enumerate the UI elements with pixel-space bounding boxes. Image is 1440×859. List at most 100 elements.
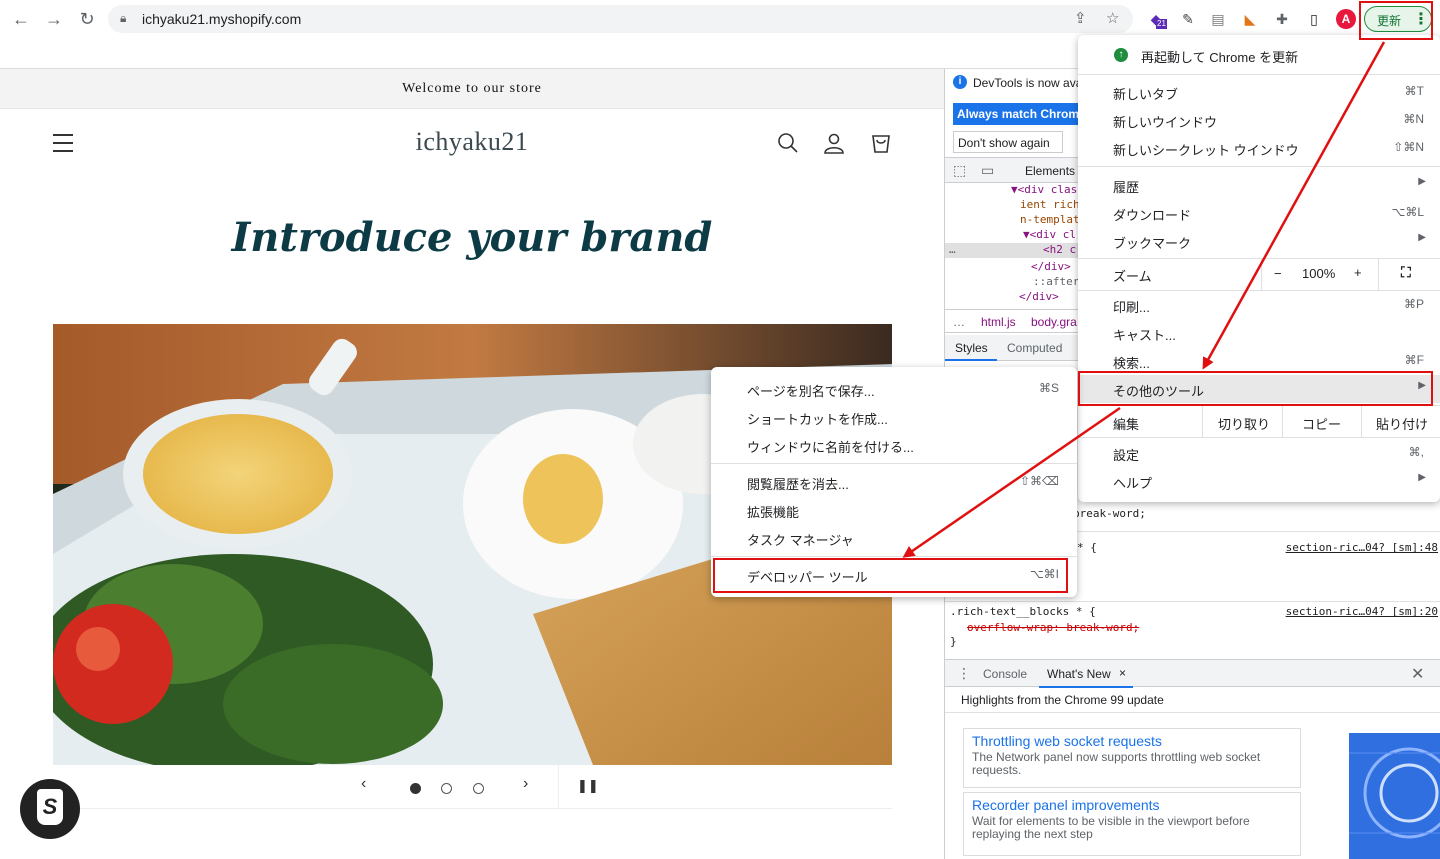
menu-cast[interactable]: キャスト... — [1078, 319, 1440, 347]
edit-divider — [1282, 406, 1283, 437]
puzzle-icon[interactable]: ✚ — [1272, 9, 1292, 29]
submenu-save-page-as[interactable]: ページを別名で保存... ⌘S — [711, 375, 1077, 403]
zoom-in-button[interactable]: + — [1354, 265, 1362, 280]
dom-line[interactable]: </div> — [1019, 290, 1059, 303]
slide-next-chevron-icon[interactable]: › — [523, 775, 528, 793]
control-divider — [558, 765, 559, 809]
copy-button[interactable]: コピー — [1302, 414, 1341, 433]
css-declaration[interactable]: break-word; — [1073, 507, 1146, 520]
dom-line[interactable]: ::after — [1033, 275, 1079, 288]
extension-gem-icon[interactable]: ◆21 — [1146, 9, 1167, 29]
slide-dot-3[interactable] — [473, 783, 484, 794]
dom-line[interactable]: </div> — [1031, 260, 1071, 273]
edit-divider — [1361, 406, 1362, 437]
reload-icon[interactable]: ↻ — [76, 8, 98, 30]
submenu-arrow-icon: ▶ — [1418, 232, 1426, 243]
forward-arrow-icon[interactable]: → — [43, 8, 65, 30]
annotation-box-update-button — [1359, 1, 1433, 40]
menu-downloads[interactable]: ダウンロード ⌥⌘L — [1078, 199, 1440, 227]
store-logo[interactable]: ichyaku21 — [0, 127, 944, 157]
slideshow-controls: ‹ › ❚❚ — [53, 765, 892, 809]
whats-new-card[interactable]: Throttling web socket requests The Netwo… — [963, 728, 1301, 788]
slide-prev-chevron-icon[interactable]: ‹ — [361, 775, 366, 793]
crumb-body[interactable]: body.gra — [1031, 315, 1077, 329]
crumb-more-icon: … — [953, 315, 965, 329]
css-overridden-declaration[interactable]: overflow-wrap: break-word; — [967, 621, 1139, 634]
css-selector[interactable]: * { — [1077, 541, 1097, 554]
menu-settings[interactable]: 設定 ⌘, — [1078, 439, 1440, 467]
submenu-create-shortcut[interactable]: ショートカットを作成... — [711, 403, 1077, 431]
submenu-arrow-icon: ▶ — [1418, 176, 1426, 187]
submenu-clear-browsing-data[interactable]: 閲覧履歴を消去... ⇧⌘⌫ — [711, 468, 1077, 496]
dom-line[interactable]: ▼<div cl — [1023, 228, 1076, 241]
menu-relaunch-update[interactable]: ↑ 再起動して Chrome を更新 — [1078, 41, 1440, 69]
zoom-divider — [1261, 259, 1262, 290]
annotation-box-developer-tools — [713, 558, 1068, 593]
profile-avatar[interactable]: A — [1336, 9, 1356, 29]
close-drawer-icon[interactable]: ✕ — [1411, 664, 1424, 684]
shopify-bag-icon[interactable]: S — [20, 779, 80, 839]
annotation-box-more-tools — [1078, 371, 1433, 406]
inspect-element-icon[interactable]: ⬚ — [953, 162, 966, 179]
menu-history[interactable]: 履歴 ▶ — [1078, 171, 1440, 199]
announcement-bar: Welcome to our store — [0, 69, 944, 109]
css-source-link[interactable]: section-ric…04? [sm]:20 — [1286, 605, 1438, 618]
menu-bookmarks[interactable]: ブックマーク ▶ — [1078, 227, 1440, 255]
extension-page-icon[interactable]: ▤ — [1208, 9, 1228, 29]
paste-button[interactable]: 貼り付け — [1376, 414, 1428, 433]
menu-new-incognito-window[interactable]: 新しいシークレット ウインドウ ⇧⌘N — [1078, 134, 1440, 162]
close-tab-icon[interactable]: × — [1119, 666, 1126, 680]
cut-button[interactable]: 切り取り — [1218, 414, 1270, 433]
whats-new-card[interactable]: Recorder panel improvements Wait for ele… — [963, 792, 1301, 856]
slide-dot-2[interactable] — [441, 783, 452, 794]
css-selector[interactable]: .rich-text__blocks * { — [950, 605, 1096, 618]
back-arrow-icon[interactable]: ← — [10, 8, 32, 30]
dom-line[interactable]: ient rich — [1020, 198, 1080, 211]
pause-icon[interactable]: ❚❚ — [577, 778, 599, 794]
tab-computed[interactable]: Computed — [1007, 341, 1062, 355]
edit-divider — [1202, 406, 1203, 437]
search-icon[interactable] — [776, 131, 800, 155]
menu-separator — [1078, 437, 1440, 438]
more-dots-icon: … — [949, 243, 956, 256]
dom-line[interactable]: n-templat — [1020, 213, 1080, 226]
card-title[interactable]: Throttling web socket requests — [972, 733, 1292, 749]
info-icon: i — [953, 75, 967, 89]
devtools-notice-text: DevTools is now ava — [973, 76, 1083, 90]
drawer-menu-kebab-icon[interactable]: ⋮ — [957, 665, 971, 682]
tab-console[interactable]: Console — [983, 667, 1027, 681]
menu-new-window[interactable]: 新しいウインドウ ⌘N — [1078, 106, 1440, 134]
css-close-brace: } — [950, 635, 957, 648]
share-icon[interactable]: ⇪ — [1074, 9, 1087, 27]
account-icon[interactable] — [822, 131, 846, 155]
slide-dot-1[interactable] — [410, 783, 421, 794]
device-toolbar-icon[interactable]: ▭ — [981, 162, 994, 179]
css-source-link[interactable]: section-ric…04? [sm]:48 — [1286, 541, 1438, 554]
fullscreen-icon[interactable]: ⛶ — [1401, 264, 1411, 281]
menu-print[interactable]: 印刷... ⌘P — [1078, 291, 1440, 319]
bookmark-star-icon[interactable]: ☆ — [1106, 9, 1119, 27]
metamask-fox-icon[interactable]: ◣ — [1240, 9, 1260, 29]
always-match-chrome-button[interactable]: Always match Chrome — [953, 103, 1093, 125]
extension-badge: 21 — [1156, 19, 1167, 29]
cart-icon[interactable] — [869, 131, 893, 155]
eyedropper-icon[interactable]: ✎ — [1178, 9, 1198, 29]
menu-new-tab[interactable]: 新しいタブ ⌘T — [1078, 78, 1440, 106]
tab-elements[interactable]: Elements — [1025, 164, 1075, 178]
address-bar[interactable]: 🔒︎ ichyaku21.myshopify.com ⇪ ☆ — [108, 5, 1133, 33]
dont-show-again-button[interactable]: Don't show again — [953, 131, 1063, 153]
menu-zoom-row: ズーム − 100% + ⛶ — [1078, 259, 1440, 290]
drawer-tabs: ⋮ Console What's New × ✕ — [945, 659, 1440, 688]
submenu-task-manager[interactable]: タスク マネージャ — [711, 524, 1077, 552]
card-title[interactable]: Recorder panel improvements — [972, 797, 1292, 813]
dom-line[interactable]: ▼<div clas — [1011, 183, 1077, 196]
submenu-extensions[interactable]: 拡張機能 — [711, 496, 1077, 524]
active-tab-underline — [945, 359, 997, 361]
menu-help[interactable]: ヘルプ ▶ — [1078, 467, 1440, 495]
submenu-name-window[interactable]: ウィンドウに名前を付ける... — [711, 431, 1077, 459]
zoom-out-button[interactable]: − — [1274, 266, 1282, 281]
crumb-html[interactable]: html.js — [981, 315, 1016, 329]
side-panel-icon[interactable]: ▯ — [1304, 9, 1324, 29]
tab-styles[interactable]: Styles — [955, 341, 988, 355]
tab-whats-new[interactable]: What's New — [1047, 667, 1111, 681]
